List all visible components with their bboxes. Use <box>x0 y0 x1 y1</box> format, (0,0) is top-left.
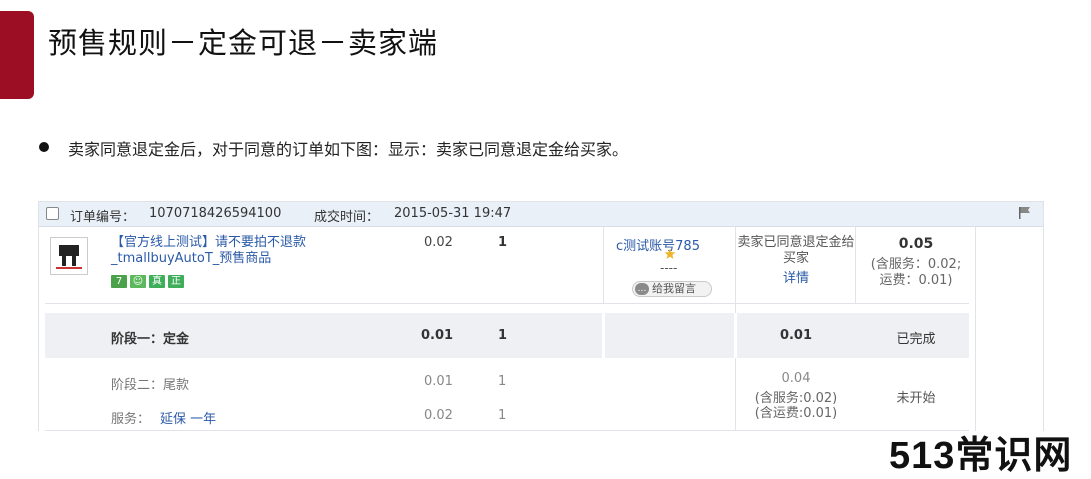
order-status-text: 卖家已同意退定金给买家 <box>737 235 855 266</box>
stage1-price: 0.01 <box>421 328 454 343</box>
stage2-quantity: 1 <box>498 374 507 389</box>
panel-bottom-line <box>45 430 969 431</box>
stage1-gap <box>602 313 605 358</box>
order-panel: 订单编号： 1070718426594100 成交时间： 2015-05-31 … <box>38 201 1044 431</box>
buyer-star-icon <box>664 248 676 259</box>
slide-title: 预售规则－定金可退－卖家端 <box>48 26 439 60</box>
bullet-text: 卖家同意退定金后，对于同意的订单如下图：显示：卖家已同意退定金给买家。 <box>68 140 629 159</box>
order-time-label: 成交时间： <box>314 210 380 225</box>
product-thumbnail[interactable] <box>50 237 88 275</box>
tag-service-icon: ☺ <box>130 275 146 288</box>
service-price: 0.02 <box>424 408 453 423</box>
buyer-dash: ---- <box>660 261 678 275</box>
service-quantity: 1 <box>498 408 507 423</box>
product-price: 0.02 <box>424 235 453 250</box>
stage2-status: 未开始 <box>896 391 936 406</box>
order-total-shipping: 运费：0.01) <box>879 273 953 288</box>
product-tags: 7 ☺ 真正 <box>111 269 187 288</box>
tag-7day-icon: 7 <box>111 275 127 288</box>
order-total-amount: 0.05 <box>898 236 934 252</box>
title-accent-bar <box>0 11 34 99</box>
order-time: 2015-05-31 19:47 <box>394 206 512 221</box>
message-bubble-icon: … <box>635 283 649 295</box>
stage1-quantity: 1 <box>498 328 508 343</box>
buyer-name-link[interactable]: c测试账号785 <box>616 235 736 254</box>
product-title-link[interactable]: 【官方线上测试】请不要拍不退款_tmallbuyAutoT_预售商品 <box>111 235 401 267</box>
flag-icon[interactable] <box>1017 205 1033 221</box>
order-select-checkbox[interactable] <box>46 207 59 220</box>
bullet-dot <box>39 142 49 152</box>
watermark-logo: 513常识网 <box>889 435 1073 477</box>
divider <box>855 226 856 303</box>
tag-genuine-icon: 真 <box>149 275 165 288</box>
order-number-label: 订单编号： <box>70 210 136 225</box>
leave-message-label: 给我留言 <box>652 282 696 295</box>
product-quantity: 1 <box>498 235 508 250</box>
order-header: 订单编号： 1070718426594100 成交时间： 2015-05-31 … <box>39 202 1043 227</box>
stage1-amount: 0.01 <box>779 328 813 343</box>
tag-authentic-icon: 正 <box>168 275 184 288</box>
divider <box>603 226 604 303</box>
divider <box>975 226 976 431</box>
stage1-row: 阶段一：定金 0.01 1 0.01 已完成 <box>45 313 969 358</box>
service-link[interactable]: 延保 一年 <box>160 408 216 427</box>
stage2-shipping: (含运费:0.01) <box>754 406 838 421</box>
order-number: 1070718426594100 <box>149 206 282 221</box>
divider <box>45 303 969 304</box>
stage2-label: 阶段二：尾款 <box>111 378 190 393</box>
order-detail-link[interactable]: 详情 <box>737 267 855 286</box>
leave-message-button[interactable]: … 给我留言 <box>632 281 712 297</box>
stage2-amount: 0.04 <box>781 371 811 386</box>
stage2-price: 0.01 <box>424 374 453 389</box>
service-label: 服务： <box>111 412 151 427</box>
stage1-label: 阶段一：定金 <box>111 332 190 347</box>
stage1-status: 已完成 <box>896 332 936 347</box>
